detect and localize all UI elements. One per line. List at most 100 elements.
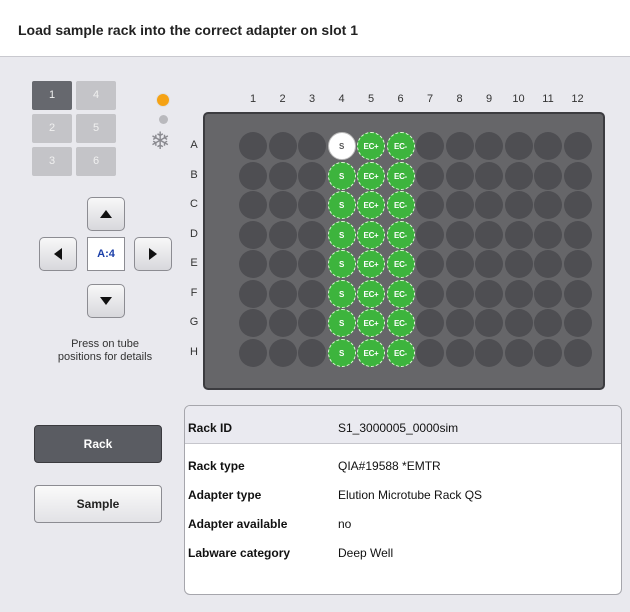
well-G11[interactable] — [534, 309, 562, 337]
well-E8[interactable] — [445, 250, 474, 278]
well-F2[interactable] — [268, 279, 297, 308]
well-A1[interactable] — [239, 132, 267, 160]
well-A7[interactable] — [416, 132, 444, 160]
well-E9[interactable] — [475, 250, 503, 278]
well-H5[interactable]: EC+ — [357, 338, 385, 367]
well-D8[interactable] — [445, 220, 474, 249]
well-G4[interactable]: S — [327, 309, 356, 337]
well-D2[interactable] — [268, 220, 297, 249]
nav-down-button[interactable] — [87, 284, 125, 318]
well-B10[interactable] — [504, 161, 533, 190]
rack-tab-button[interactable]: Rack — [34, 425, 162, 463]
well-G8[interactable] — [445, 309, 474, 337]
well-C7[interactable] — [416, 191, 444, 219]
well-H9[interactable] — [475, 338, 503, 367]
well-H6[interactable]: EC- — [386, 338, 415, 367]
well-C10[interactable] — [504, 191, 533, 219]
well-F11[interactable] — [534, 279, 562, 308]
well-D4[interactable]: S — [327, 220, 356, 249]
slot-3-button[interactable]: 3 — [32, 147, 72, 176]
well-D3[interactable] — [298, 220, 326, 249]
well-G10[interactable] — [504, 309, 533, 337]
well-B8[interactable] — [445, 161, 474, 190]
well-G1[interactable] — [239, 309, 267, 337]
well-F6[interactable]: EC- — [386, 279, 415, 308]
well-H12[interactable] — [563, 338, 592, 367]
well-A8[interactable] — [445, 132, 474, 160]
well-E12[interactable] — [563, 250, 592, 278]
well-A10[interactable] — [504, 132, 533, 160]
well-F9[interactable] — [475, 279, 503, 308]
well-H10[interactable] — [504, 338, 533, 367]
well-D9[interactable] — [475, 220, 503, 249]
well-G5[interactable]: EC+ — [357, 309, 385, 337]
well-B2[interactable] — [268, 161, 297, 190]
well-E4[interactable]: S — [327, 250, 356, 278]
well-F10[interactable] — [504, 279, 533, 308]
slot-2-button[interactable]: 2 — [32, 114, 72, 143]
well-C4[interactable]: S — [327, 191, 356, 219]
well-B5[interactable]: EC+ — [357, 161, 385, 190]
well-G7[interactable] — [416, 309, 444, 337]
well-C2[interactable] — [268, 191, 297, 219]
well-H2[interactable] — [268, 338, 297, 367]
well-D11[interactable] — [534, 220, 562, 249]
well-E1[interactable] — [239, 250, 267, 278]
well-D6[interactable]: EC- — [386, 220, 415, 249]
well-C5[interactable]: EC+ — [357, 191, 385, 219]
well-F7[interactable] — [416, 279, 444, 308]
nav-left-button[interactable] — [39, 237, 77, 271]
well-C12[interactable] — [563, 191, 592, 219]
well-C3[interactable] — [298, 191, 326, 219]
well-B11[interactable] — [534, 161, 562, 190]
well-D12[interactable] — [563, 220, 592, 249]
well-F3[interactable] — [298, 279, 326, 308]
well-F12[interactable] — [563, 279, 592, 308]
well-H7[interactable] — [416, 338, 444, 367]
well-G9[interactable] — [475, 309, 503, 337]
well-E6[interactable]: EC- — [386, 250, 415, 278]
well-A4[interactable]: S — [327, 132, 356, 160]
well-C9[interactable] — [475, 191, 503, 219]
well-D1[interactable] — [239, 220, 267, 249]
well-F1[interactable] — [239, 279, 267, 308]
nav-right-button[interactable] — [134, 237, 172, 271]
well-G2[interactable] — [268, 309, 297, 337]
well-G6[interactable]: EC- — [386, 309, 415, 337]
well-H4[interactable]: S — [327, 338, 356, 367]
well-C6[interactable]: EC- — [386, 191, 415, 219]
well-A5[interactable]: EC+ — [357, 132, 385, 160]
well-F4[interactable]: S — [327, 279, 356, 308]
well-D5[interactable]: EC+ — [357, 220, 385, 249]
well-A3[interactable] — [298, 132, 326, 160]
well-E10[interactable] — [504, 250, 533, 278]
well-H1[interactable] — [239, 338, 267, 367]
well-A6[interactable]: EC- — [386, 132, 415, 160]
slot-5-button[interactable]: 5 — [76, 114, 116, 143]
well-E2[interactable] — [268, 250, 297, 278]
well-B12[interactable] — [563, 161, 592, 190]
well-A11[interactable] — [534, 132, 562, 160]
slot-1-button[interactable]: 1 — [32, 81, 72, 110]
well-D10[interactable] — [504, 220, 533, 249]
well-A2[interactable] — [268, 132, 297, 160]
well-E7[interactable] — [416, 250, 444, 278]
well-E5[interactable]: EC+ — [357, 250, 385, 278]
well-A9[interactable] — [475, 132, 503, 160]
nav-up-button[interactable] — [87, 197, 125, 231]
sample-tab-button[interactable]: Sample — [34, 485, 162, 523]
well-H11[interactable] — [534, 338, 562, 367]
well-E11[interactable] — [534, 250, 562, 278]
well-B4[interactable]: S — [327, 161, 356, 190]
well-G12[interactable] — [563, 309, 592, 337]
well-B6[interactable]: EC- — [386, 161, 415, 190]
well-B1[interactable] — [239, 161, 267, 190]
well-G3[interactable] — [298, 309, 326, 337]
well-D7[interactable] — [416, 220, 444, 249]
well-E3[interactable] — [298, 250, 326, 278]
well-H3[interactable] — [298, 338, 326, 367]
well-B7[interactable] — [416, 161, 444, 190]
well-H8[interactable] — [445, 338, 474, 367]
slot-6-button[interactable]: 6 — [76, 147, 116, 176]
well-B9[interactable] — [475, 161, 503, 190]
